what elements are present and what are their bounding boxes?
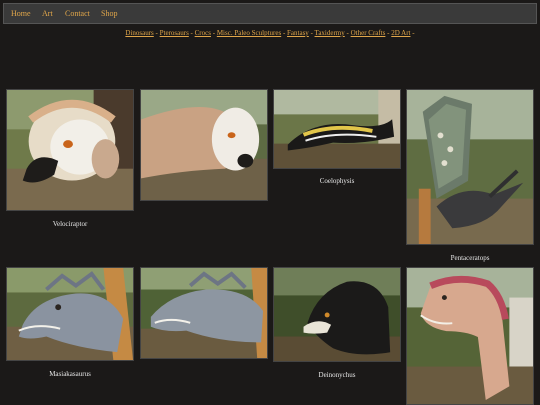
nav-home-link[interactable]: Home <box>11 9 31 18</box>
deinonychus-caption: Deinonychus <box>318 371 356 379</box>
coelophysis-photo[interactable] <box>273 89 401 169</box>
nav-art-link[interactable]: Art <box>42 9 53 18</box>
fanged-dinosaur-photo[interactable] <box>406 267 534 405</box>
category-link-taxidermy[interactable]: Taxidermy <box>315 29 345 37</box>
masiakasaurus-photo[interactable] <box>6 267 134 361</box>
coelophysis-caption: Coelophysis <box>319 177 355 185</box>
category-link-other-crafts[interactable]: Other Crafts <box>351 29 386 37</box>
raptor-head-photo[interactable] <box>140 89 268 201</box>
deinonychus-image <box>274 268 400 361</box>
pentaceratops-caption: Pentaceratops <box>450 254 490 262</box>
pentaceratops-photo[interactable] <box>406 89 534 245</box>
fanged-dinosaur-image <box>407 268 533 404</box>
deinonychus-photo[interactable] <box>273 267 401 362</box>
nav-shop-link[interactable]: Shop <box>101 9 117 18</box>
nav-contact-link[interactable]: Contact <box>65 9 90 18</box>
category-link-crocs[interactable]: Crocs <box>195 29 211 37</box>
category-links: Dinosaurs - Pterosaurs - Crocs - Misc. P… <box>0 29 540 37</box>
pentaceratops-image <box>407 90 533 244</box>
category-link-2d-art[interactable]: 2D Art <box>391 29 410 37</box>
velociraptor-photo[interactable] <box>6 89 134 211</box>
velociraptor-caption: Velociraptor <box>52 220 88 228</box>
coelophysis-image <box>274 90 400 168</box>
top-navbar: Home Art Contact Shop <box>3 3 537 24</box>
category-separator: - <box>410 29 415 37</box>
category-link-fantasy[interactable]: Fantasy <box>287 29 309 37</box>
velociraptor-image <box>7 90 133 210</box>
raptor-head-image <box>141 90 267 200</box>
category-link-misc-paleo[interactable]: Misc. Paleo Sculptures <box>217 29 281 37</box>
masiakasaurus-caption: Masiakasaurus <box>49 370 91 378</box>
masiakasaurus-side-image <box>141 268 267 358</box>
masiakasaurus-image <box>7 268 133 360</box>
masiakasaurus-side-photo[interactable] <box>140 267 268 359</box>
category-link-dinosaurs[interactable]: Dinosaurs <box>125 29 153 37</box>
category-link-pterosaurs[interactable]: Pterosaurs <box>160 29 189 37</box>
